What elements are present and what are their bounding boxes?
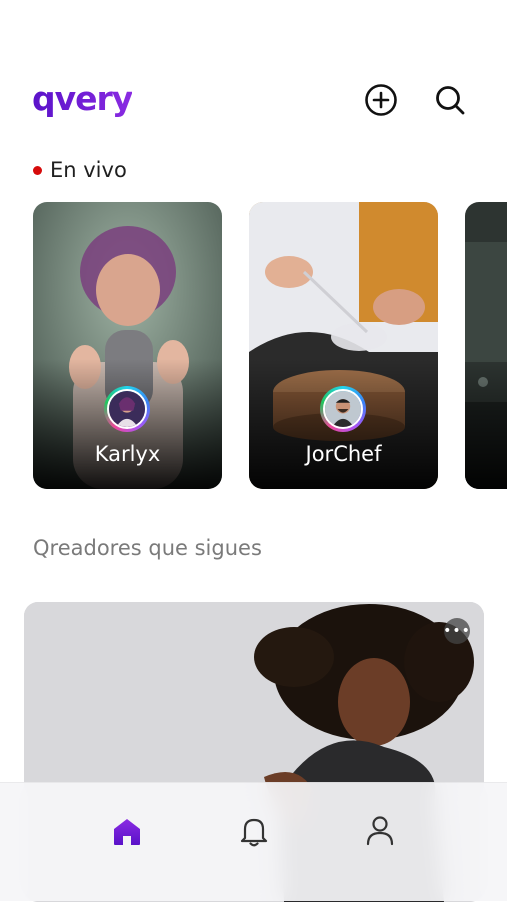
live-card-jorchef[interactable]: JorChef	[249, 202, 438, 489]
tab-home[interactable]	[107, 811, 147, 851]
create-button[interactable]	[363, 82, 399, 118]
live-card-karlyx[interactable]: Karlyx	[33, 202, 222, 489]
creator-avatar	[104, 386, 150, 432]
following-section-title: Qreadores que sigues	[33, 536, 262, 560]
live-section-title: En vivo	[50, 158, 127, 182]
creator-avatar	[320, 386, 366, 432]
app-logo: qvery	[32, 78, 133, 118]
plus-circle-icon	[365, 84, 397, 116]
live-indicator-dot	[33, 165, 42, 175]
creator-name: JorChef	[305, 442, 382, 466]
search-button[interactable]	[432, 82, 468, 118]
user-icon	[366, 816, 394, 846]
live-section-header: En vivo	[33, 158, 127, 182]
bell-icon	[240, 818, 268, 847]
live-card-partial[interactable]	[465, 202, 507, 489]
post-more-options-button[interactable]: •••	[443, 618, 470, 644]
tab-notifications[interactable]	[234, 811, 274, 851]
card-gradient-overlay	[465, 359, 507, 489]
home-icon	[114, 819, 140, 845]
tab-profile[interactable]	[360, 811, 400, 851]
creator-name: Karlyx	[94, 442, 161, 466]
bottom-tab-bar	[0, 782, 507, 901]
search-icon	[436, 86, 465, 115]
